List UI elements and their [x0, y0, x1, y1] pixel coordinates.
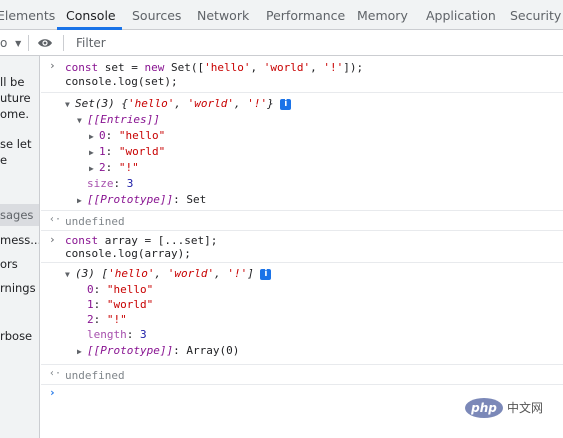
tab-elements[interactable]: Elements	[0, 0, 55, 30]
toolbar-divider	[63, 35, 64, 51]
result-arrow-icon: ‹·	[49, 214, 62, 225]
tab-security[interactable]: Security	[510, 0, 561, 30]
devtools-tab-bar: Elements Console Sources Network Perform…	[0, 0, 563, 30]
array-prototype[interactable]: ▶ [[Prototype]]: Array(0)	[77, 343, 239, 359]
sidebar-item-errors[interactable]: ors	[0, 253, 39, 275]
sidebar-notice-line: e	[0, 153, 8, 167]
array-item: 1: "world"	[87, 298, 154, 311]
collapsed-triangle-icon: ▶	[77, 347, 82, 356]
info-icon[interactable]: i	[280, 99, 292, 110]
set-size: size: 3	[87, 177, 134, 190]
tab-sources[interactable]: Sources	[132, 0, 181, 30]
result-value: undefined	[65, 369, 125, 382]
prompt-chevron-icon: ›	[49, 233, 56, 246]
set-entry[interactable]: ▶ 2: "!"	[89, 160, 139, 176]
chevron-down-icon: ▼	[15, 39, 22, 48]
code-line: console.log(set);	[65, 75, 178, 88]
sidebar-item-warnings[interactable]: rnings	[0, 277, 39, 299]
collapsed-triangle-icon: ▶	[89, 132, 94, 141]
set-summary[interactable]: ▼ Set(3) {'hello', 'world', '!'} i	[65, 96, 292, 112]
collapsed-triangle-icon: ▶	[77, 196, 82, 205]
context-selector[interactable]: o ▼	[0, 30, 21, 56]
expanded-triangle-icon: ▼	[65, 100, 70, 109]
code-line: const set = new Set(['hello', 'world', '…	[65, 61, 364, 74]
prompt-chevron-icon: ›	[49, 386, 56, 399]
array-item: 0: "hello"	[87, 283, 154, 296]
array-item: 2: "!"	[87, 313, 127, 326]
console-input-entry: › const set = new Set(['hello', 'world',…	[41, 56, 563, 93]
console-log-array: ▼ (3) ['hello', 'world', '!'] i 0: "hello…	[41, 263, 563, 365]
set-entry[interactable]: ▶ 1: "world"	[89, 144, 165, 160]
console-input-entry: › const array = [...set]; console.log(ar…	[41, 231, 563, 263]
watermark-oval: php	[465, 398, 503, 418]
console-sidebar: ll be uture ome. se let e sages mess... …	[0, 56, 40, 438]
collapsed-triangle-icon: ▶	[89, 148, 94, 157]
filter-input[interactable]	[70, 32, 563, 53]
set-entry[interactable]: ▶ 0: "hello"	[89, 128, 165, 144]
sidebar-notice-line: ll be	[0, 75, 25, 89]
console-result-entry: ‹· undefined	[41, 365, 563, 385]
sidebar-item-user-messages[interactable]: mess...	[0, 229, 39, 251]
sidebar-item-messages[interactable]: sages	[0, 204, 39, 226]
sidebar-item-verbose[interactable]: rbose	[0, 325, 39, 347]
info-icon[interactable]: i	[260, 269, 272, 280]
tab-application[interactable]: Application	[426, 0, 496, 30]
console-output: › const set = new Set(['hello', 'world',…	[41, 56, 563, 438]
console-toolbar: o ▼	[0, 30, 563, 56]
sidebar-notice-line: ome.	[0, 107, 29, 121]
array-summary[interactable]: ▼ (3) ['hello', 'world', '!'] i	[65, 266, 272, 282]
tab-memory[interactable]: Memory	[357, 0, 408, 30]
array-length: length: 3	[87, 328, 147, 341]
tab-performance[interactable]: Performance	[266, 0, 345, 30]
eye-icon[interactable]	[37, 30, 53, 56]
result-arrow-icon: ‹·	[49, 368, 62, 379]
expanded-triangle-icon: ▼	[65, 270, 70, 279]
set-prototype[interactable]: ▶ [[Prototype]]: Set	[77, 192, 206, 208]
code-line: console.log(array);	[65, 247, 191, 260]
console-log-set: ▼ Set(3) {'hello', 'world', '!'} i ▼ [[Ent…	[41, 93, 563, 211]
result-value: undefined	[65, 215, 125, 228]
toolbar-divider	[28, 35, 29, 51]
context-label: o	[0, 36, 8, 50]
sidebar-notice-line: uture	[0, 91, 31, 105]
sidebar-notice-line: se let	[0, 137, 32, 151]
watermark-text: 中文网	[507, 401, 544, 415]
console-result-entry: ‹· undefined	[41, 211, 563, 231]
entries-node[interactable]: ▼ [[Entries]]	[77, 112, 160, 128]
expanded-triangle-icon: ▼	[77, 116, 82, 125]
tab-network[interactable]: Network	[197, 0, 249, 30]
prompt-chevron-icon: ›	[49, 59, 56, 72]
tab-console[interactable]: Console	[66, 0, 116, 30]
collapsed-triangle-icon: ▶	[89, 164, 94, 173]
